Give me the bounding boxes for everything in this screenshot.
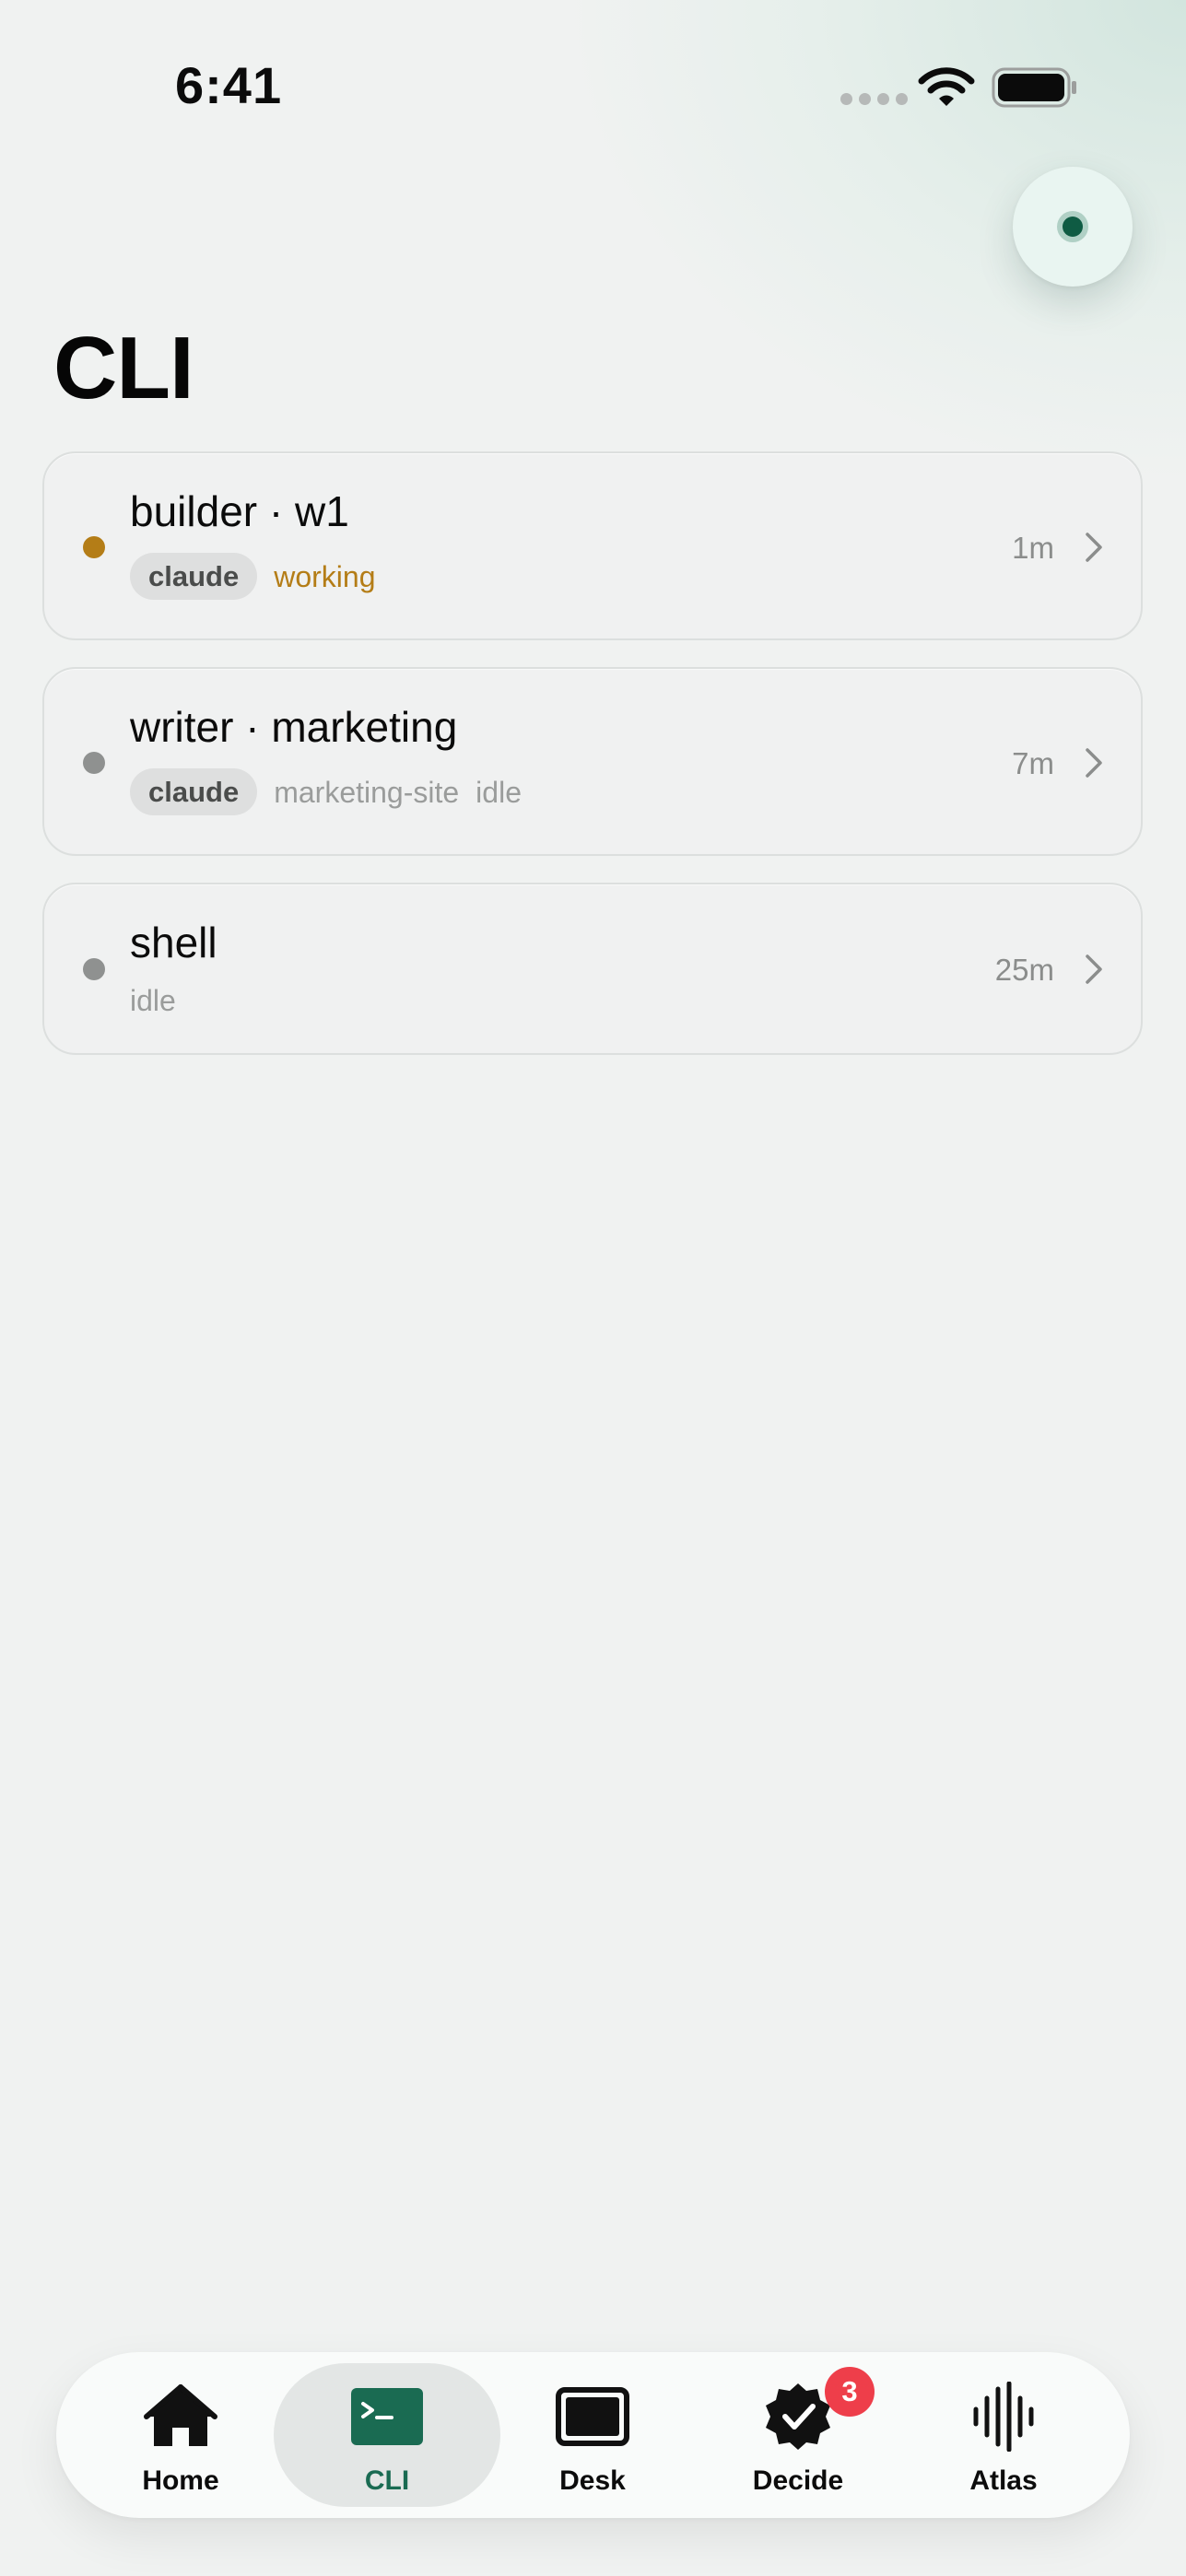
agent-chip: claude <box>130 553 258 600</box>
tab-bar: Home CLI Desk 3 Decide Atlas <box>56 2352 1130 2518</box>
chevron-right-icon <box>1086 533 1102 562</box>
status-bar: 6:41 <box>0 0 1186 175</box>
session-project: marketing-site <box>274 775 460 809</box>
battery-icon <box>992 67 1076 108</box>
tab-atlas[interactable]: Atlas <box>890 2363 1117 2507</box>
status-dot-idle <box>83 752 105 774</box>
tab-desk[interactable]: Desk <box>479 2363 706 2507</box>
tab-label: Home <box>142 2465 219 2496</box>
session-time: 7m <box>1012 746 1054 780</box>
check-badge-icon <box>766 2383 830 2450</box>
tab-home[interactable]: Home <box>67 2363 294 2507</box>
waveform-icon <box>973 2382 1034 2452</box>
tab-label: Desk <box>559 2465 626 2496</box>
session-meta: claude marketing-site idle <box>130 768 522 815</box>
tab-label: CLI <box>364 2465 410 2496</box>
session-title: builder · w1 <box>130 487 349 535</box>
tab-decide[interactable]: 3 Decide <box>685 2363 911 2507</box>
session-meta: claude working <box>130 553 375 600</box>
status-dot-idle <box>83 958 105 980</box>
notification-badge: 3 <box>825 2367 875 2417</box>
agent-chip: claude <box>130 768 258 815</box>
session-status: idle <box>130 984 176 1017</box>
wifi-icon <box>918 67 975 106</box>
chevron-right-icon <box>1086 954 1102 984</box>
monitor-icon <box>556 2387 629 2446</box>
status-time: 6:41 <box>175 56 283 114</box>
cellular-signal-icon <box>840 93 908 105</box>
session-title: writer · marketing <box>130 703 458 751</box>
session-time: 1m <box>1012 531 1054 565</box>
session-card-shell[interactable]: shell idle 25m <box>42 883 1143 1055</box>
tab-label: Decide <box>752 2465 844 2496</box>
live-status-button[interactable] <box>1013 167 1133 287</box>
page-title: CLI <box>53 319 194 417</box>
session-meta: idle <box>130 986 176 1015</box>
session-status: working <box>274 559 376 593</box>
tab-label: Atlas <box>969 2465 1038 2496</box>
live-indicator-dot-icon <box>1063 217 1083 237</box>
terminal-icon <box>351 2388 423 2445</box>
session-time: 25m <box>994 953 1054 987</box>
session-card-writer[interactable]: writer · marketing claude marketing-site… <box>42 667 1143 856</box>
session-status: idle <box>476 775 522 809</box>
status-dot-working <box>83 536 105 558</box>
session-title: shell <box>130 919 217 966</box>
session-list: builder · w1 claude working 1m writer · … <box>42 451 1143 1082</box>
chevron-right-icon <box>1086 748 1102 778</box>
tab-cli[interactable]: CLI <box>274 2363 500 2507</box>
session-card-builder[interactable]: builder · w1 claude working 1m <box>42 451 1143 640</box>
home-icon <box>144 2384 217 2446</box>
